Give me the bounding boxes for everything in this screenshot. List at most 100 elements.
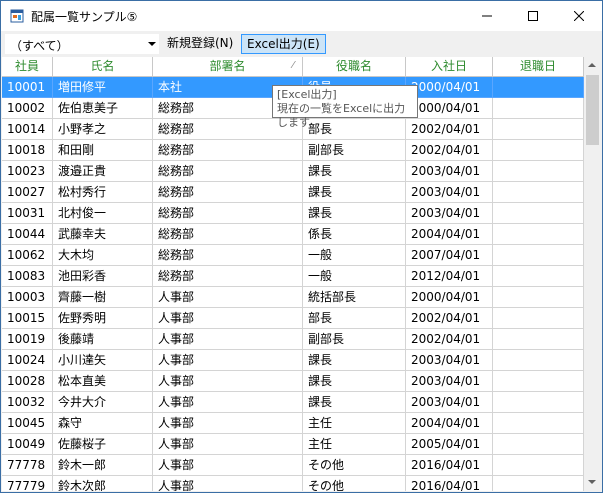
table-cell[interactable]: 2003/04/01 [406, 161, 493, 182]
table-cell[interactable]: 総務部 [153, 245, 303, 266]
maximize-button[interactable] [510, 1, 556, 31]
scroll-up-icon[interactable] [588, 63, 596, 67]
table-cell[interactable]: 人事部 [153, 413, 303, 434]
table-cell[interactable]: 10062 [2, 245, 53, 266]
table-cell[interactable]: 10023 [2, 161, 53, 182]
table-cell[interactable] [493, 77, 584, 98]
minimize-button[interactable] [464, 1, 510, 31]
column-header[interactable]: 社員 [2, 57, 53, 76]
table-cell[interactable] [493, 161, 584, 182]
table-cell[interactable]: 10003 [2, 287, 53, 308]
table-cell[interactable] [493, 140, 584, 161]
table-cell[interactable]: 10027 [2, 182, 53, 203]
table-cell[interactable]: 小川達矢 [53, 350, 153, 371]
table-row[interactable]: 77779 鈴木次郎 人事部 その他 2016/04/01 [2, 476, 584, 491]
table-cell[interactable]: 2002/04/01 [406, 308, 493, 329]
table-cell[interactable]: 部長 [303, 308, 406, 329]
table-cell[interactable]: その他 [303, 455, 406, 476]
table-cell[interactable]: 主任 [303, 434, 406, 455]
table-cell[interactable]: 松村秀行 [53, 182, 153, 203]
table-cell[interactable] [493, 308, 584, 329]
table-row[interactable]: 10023 渡邉正貴 総務部 課長 2003/04/01 [2, 161, 584, 182]
table-cell[interactable] [493, 182, 584, 203]
table-cell[interactable]: 課長 [303, 203, 406, 224]
table-cell[interactable]: 副部長 [303, 329, 406, 350]
table-cell[interactable]: 鈴木一郎 [53, 455, 153, 476]
table-cell[interactable]: 10014 [2, 119, 53, 140]
column-header[interactable]: 部署名 ⁄ [153, 57, 303, 76]
table-cell[interactable]: 佐伯恵美子 [53, 98, 153, 119]
table-cell[interactable]: その他 [303, 476, 406, 491]
department-filter-combo[interactable]: （すべて） [5, 34, 159, 54]
table-cell[interactable] [493, 455, 584, 476]
table-cell[interactable]: 総務部 [153, 182, 303, 203]
table-cell[interactable]: 主任 [303, 413, 406, 434]
table-cell[interactable] [493, 434, 584, 455]
table-cell[interactable]: 武藤幸夫 [53, 224, 153, 245]
table-cell[interactable]: 10049 [2, 434, 53, 455]
table-cell[interactable]: 一般 [303, 266, 406, 287]
table-cell[interactable]: 77779 [2, 476, 53, 491]
table-cell[interactable]: 2000/04/01 [406, 287, 493, 308]
table-cell[interactable]: 人事部 [153, 455, 303, 476]
table-cell[interactable]: 齊藤一樹 [53, 287, 153, 308]
chevron-down-icon[interactable] [148, 42, 156, 46]
table-cell[interactable]: 課長 [303, 350, 406, 371]
table-cell[interactable]: 2012/04/01 [406, 266, 493, 287]
table-row[interactable]: 10024 小川達矢 人事部 課長 2003/04/01 [2, 350, 584, 371]
table-cell[interactable]: 総務部 [153, 266, 303, 287]
table-cell[interactable] [493, 245, 584, 266]
table-row[interactable]: 10049 佐藤桜子 人事部 主任 2005/04/01 [2, 434, 584, 455]
table-cell[interactable]: 2000/04/01 [406, 77, 493, 98]
table-cell[interactable]: 77778 [2, 455, 53, 476]
table-cell[interactable] [493, 98, 584, 119]
table-cell[interactable]: 北村俊一 [53, 203, 153, 224]
table-cell[interactable]: 人事部 [153, 308, 303, 329]
table-row[interactable]: 10032 今井大介 人事部 課長 2003/04/01 [2, 392, 584, 413]
table-cell[interactable]: 課長 [303, 182, 406, 203]
table-cell[interactable]: 10019 [2, 329, 53, 350]
table-cell[interactable]: 2005/04/01 [406, 434, 493, 455]
table-row[interactable]: 10031 北村俊一 総務部 課長 2003/04/01 [2, 203, 584, 224]
table-row[interactable]: 10044 武藤幸夫 総務部 係長 2004/04/01 [2, 224, 584, 245]
table-cell[interactable]: 2000/04/01 [406, 98, 493, 119]
table-row[interactable]: 10019 後藤靖 人事部 副部長 2002/04/01 [2, 329, 584, 350]
table-cell[interactable]: 人事部 [153, 287, 303, 308]
table-cell[interactable]: 池田彩香 [53, 266, 153, 287]
table-cell[interactable]: 副部長 [303, 140, 406, 161]
close-button[interactable] [556, 1, 602, 31]
table-row[interactable]: 10003 齊藤一樹 人事部 統括部長 2000/04/01 [2, 287, 584, 308]
table-cell[interactable]: 総務部 [153, 203, 303, 224]
table-row[interactable]: 10018 和田剛 総務部 副部長 2002/04/01 [2, 140, 584, 161]
table-cell[interactable]: 統括部長 [303, 287, 406, 308]
new-registration-button[interactable]: 新規登録(N) [162, 34, 238, 54]
vertical-scrollbar[interactable] [584, 57, 601, 491]
table-cell[interactable]: 2004/04/01 [406, 413, 493, 434]
table-row[interactable]: 10028 松本直美 人事部 課長 2003/04/01 [2, 371, 584, 392]
table-row[interactable]: 10062 大木均 総務部 一般 2007/04/01 [2, 245, 584, 266]
table-cell[interactable]: 10001 [2, 77, 53, 98]
table-row[interactable]: 10045 森守 人事部 主任 2004/04/01 [2, 413, 584, 434]
table-cell[interactable]: 佐藤桜子 [53, 434, 153, 455]
table-cell[interactable] [493, 392, 584, 413]
table-cell[interactable]: 総務部 [153, 140, 303, 161]
table-cell[interactable]: 10031 [2, 203, 53, 224]
table-cell[interactable]: 人事部 [153, 350, 303, 371]
table-cell[interactable]: 10002 [2, 98, 53, 119]
table-cell[interactable]: 2016/04/01 [406, 476, 493, 491]
table-cell[interactable]: 2002/04/01 [406, 119, 493, 140]
table-cell[interactable] [493, 371, 584, 392]
table-row[interactable]: 10015 佐野秀明 人事部 部長 2002/04/01 [2, 308, 584, 329]
table-cell[interactable]: 10032 [2, 392, 53, 413]
table-cell[interactable]: 小野孝之 [53, 119, 153, 140]
table-cell[interactable]: 森守 [53, 413, 153, 434]
table-cell[interactable] [493, 476, 584, 491]
table-cell[interactable]: 総務部 [153, 224, 303, 245]
table-cell[interactable]: 一般 [303, 245, 406, 266]
table-cell[interactable]: 人事部 [153, 476, 303, 491]
table-cell[interactable] [493, 224, 584, 245]
table-cell[interactable] [493, 203, 584, 224]
scroll-down-icon[interactable] [588, 480, 596, 484]
column-header[interactable]: 退職日 [493, 57, 584, 76]
excel-export-button[interactable]: Excel出力(E) [241, 34, 326, 54]
